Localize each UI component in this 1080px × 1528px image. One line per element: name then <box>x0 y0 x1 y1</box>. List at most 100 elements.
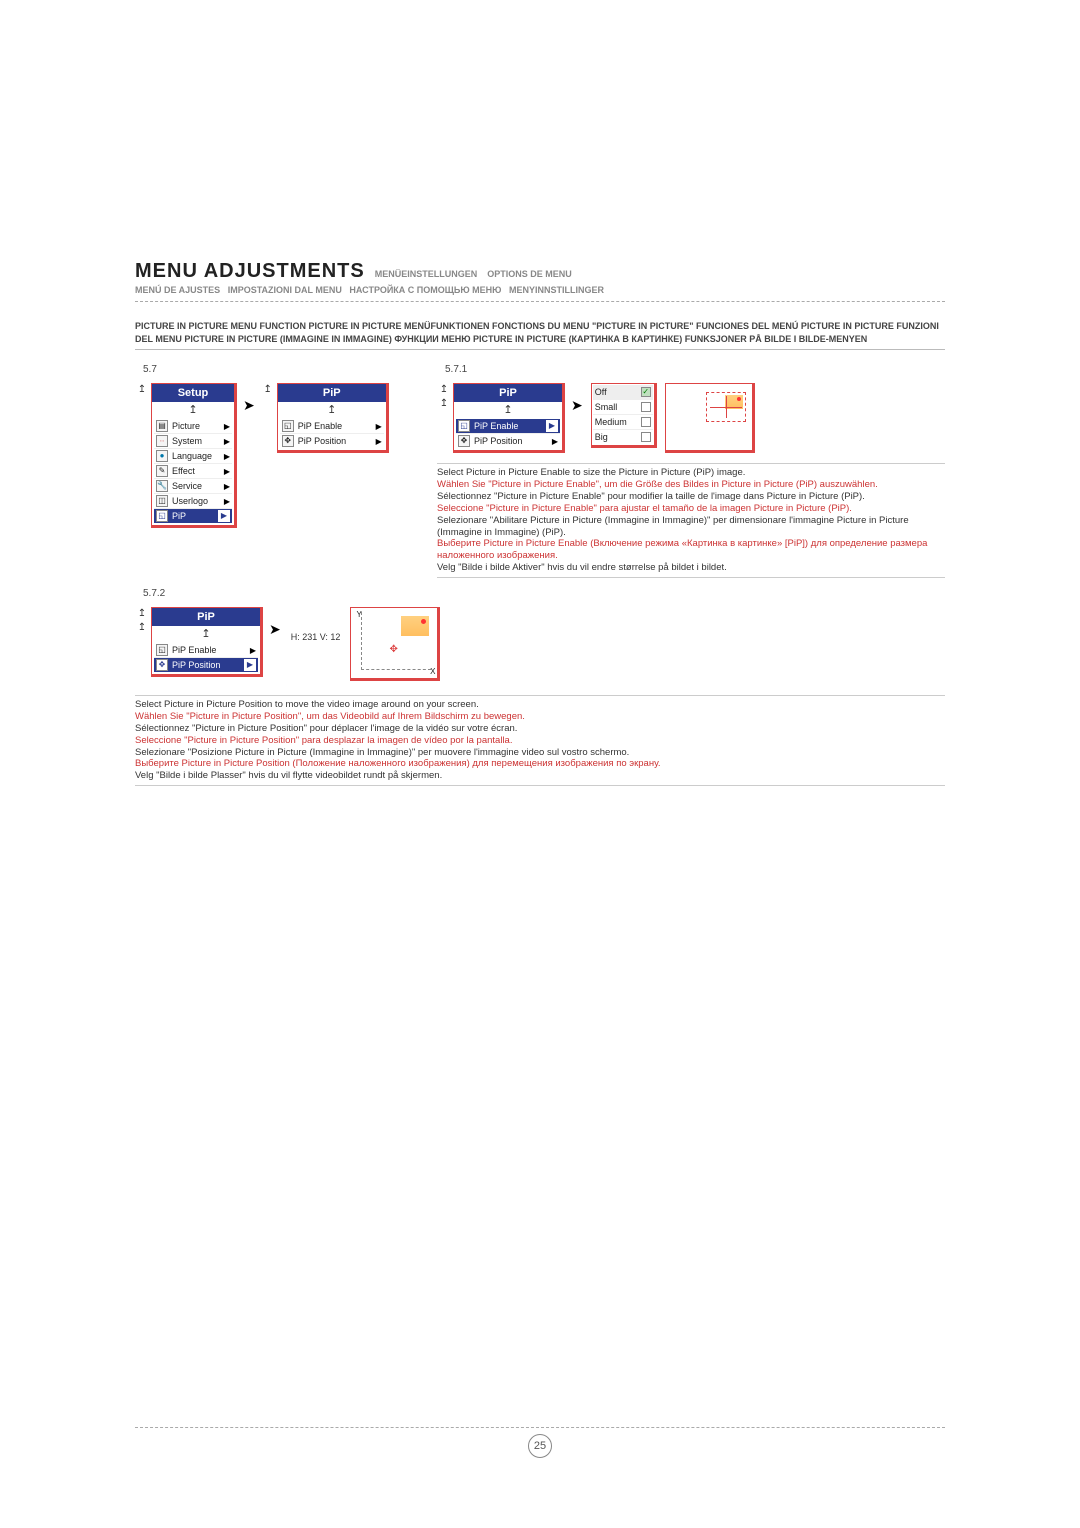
chevron-right-icon: ▶ <box>376 437 382 446</box>
checkbox-icon <box>641 402 651 412</box>
pip-item-enable[interactable]: ◱PiP Enable▶ <box>280 419 384 434</box>
position-description: Select Picture in Picture Position to mo… <box>135 695 945 786</box>
setup-item-pip[interactable]: ◱PiP▶ <box>154 509 232 523</box>
setup-item-language[interactable]: ●Language▶ <box>154 449 232 464</box>
pip-menu-crumb: ↥ <box>454 402 562 417</box>
chevron-right-icon: ▶ <box>224 422 230 431</box>
page-title-ru: НАСТРОЙКА С ПОМОЩЬЮ МЕНЮ <box>349 285 501 295</box>
target-crosshair-icon: ✥ <box>389 644 397 655</box>
desc-de: Wählen Sie "Picture in Picture Enable", … <box>437 479 945 491</box>
crumb-up-icon: ↥ <box>135 621 149 635</box>
pip-enable-options[interactable]: Off✓ Small Medium Big <box>591 383 657 448</box>
pip-menu-title: PiP <box>278 384 386 402</box>
system-icon: ∙∙ <box>156 435 168 447</box>
crumb-up-icon: ↥ <box>135 383 149 397</box>
setup-menu[interactable]: Setup ↥ ▤Picture▶ ∙∙System▶ ●Language▶ ✎… <box>151 383 237 528</box>
pip-enable-icon: ◱ <box>458 420 470 432</box>
desc-en: Select Picture in Picture Position to mo… <box>135 699 945 711</box>
pip-icon: ◱ <box>156 510 168 522</box>
pip-menu-position[interactable]: PiP ↥ ◱PiP Enable▶ ✥PiP Position▶ <box>151 607 263 677</box>
desc-it: Selezionare "Posizione Picture in Pictur… <box>135 747 945 759</box>
section-number-572: 5.7.2 <box>143 588 945 599</box>
desc-no: Velg "Bilde i bilde Plasser" hvis du vil… <box>135 770 945 782</box>
page-number: 25 <box>528 1434 552 1458</box>
setup-item-system[interactable]: ∙∙System▶ <box>154 434 232 449</box>
pip-position-preview: Y X ✥ <box>350 607 440 681</box>
pip-item-enable[interactable]: ◱PiP Enable▶ <box>154 643 258 658</box>
footer-separator <box>135 1427 945 1428</box>
pip-menu[interactable]: PiP ↥ ◱PiP Enable▶ ✥PiP Position▶ <box>277 383 389 453</box>
picture-icon: ▤ <box>156 420 168 432</box>
page: MENU ADJUSTMENTS MENÜEINSTELLUNGEN OPTIO… <box>0 0 1080 1528</box>
enable-description: Select Picture in Picture Enable to size… <box>437 463 945 578</box>
userlogo-icon: ◫ <box>156 495 168 507</box>
resize-v-icon <box>726 396 727 418</box>
desc-es: Seleccione "Picture in Picture Enable" p… <box>437 503 945 515</box>
page-title-block: MENU ADJUSTMENTS MENÜEINSTELLUNGEN OPTIO… <box>135 260 945 302</box>
chevron-right-icon: ▶ <box>376 422 382 431</box>
pip-position-icon: ✥ <box>282 435 294 447</box>
option-medium[interactable]: Medium <box>593 415 653 430</box>
section-heading: PICTURE IN PICTURE MENU FUNCTION PICTURE… <box>135 320 945 345</box>
page-title-no: MENYINNSTILLINGER <box>509 285 604 295</box>
pip-enable-icon: ◱ <box>282 420 294 432</box>
chevron-right-icon: ▶ <box>546 420 558 432</box>
setup-item-service[interactable]: 🔧Service▶ <box>154 479 232 494</box>
arrow-right-icon: ➤ <box>571 389 583 421</box>
pip-position-icon: ✥ <box>458 435 470 447</box>
crumb-up-icon: ↥ <box>437 397 451 411</box>
axis-y-label: Y <box>356 610 361 619</box>
page-title-fr: OPTIONS DE MENU <box>487 269 572 279</box>
chevron-right-icon: ▶ <box>224 452 230 461</box>
page-title: MENU ADJUSTMENTS <box>135 260 365 283</box>
pip-item-position[interactable]: ✥PiP Position▶ <box>280 434 384 448</box>
pip-item-position[interactable]: ✥PiP Position▶ <box>456 434 560 448</box>
setup-menu-title: Setup <box>152 384 234 402</box>
desc-fr: Sélectionnez "Picture in Picture Enable"… <box>437 491 945 503</box>
setup-item-picture[interactable]: ▤Picture▶ <box>154 419 232 434</box>
preview-image-icon <box>401 616 429 636</box>
desc-es: Seleccione "Picture in Picture Position"… <box>135 735 945 747</box>
position-readout: H: 231 V: 12 <box>291 607 341 667</box>
effect-icon: ✎ <box>156 465 168 477</box>
option-off[interactable]: Off✓ <box>593 385 653 400</box>
axis-vertical <box>361 612 362 670</box>
chevron-right-icon: ▶ <box>244 659 256 671</box>
chevron-right-icon: ▶ <box>218 510 230 522</box>
desc-it: Selezionare "Abilitare Picture in Pictur… <box>437 515 945 539</box>
chevron-right-icon: ▶ <box>224 497 230 506</box>
section-5-7-2: 5.7.2 ↥ ↥ PiP ↥ ◱PiP Enable▶ ✥PiP Positi… <box>135 588 945 786</box>
pip-item-enable[interactable]: ◱PiP Enable▶ <box>456 419 560 434</box>
language-icon: ● <box>156 450 168 462</box>
chevron-right-icon: ▶ <box>224 467 230 476</box>
setup-icon-strip: ↥ <box>135 383 149 397</box>
chevron-right-icon: ▶ <box>250 646 256 655</box>
section-number-57: 5.7 <box>143 364 435 375</box>
pip-icon-strip-2: ↥ ↥ <box>437 383 451 411</box>
setup-item-effect[interactable]: ✎Effect▶ <box>154 464 232 479</box>
pip-icon-strip: ↥ <box>261 383 275 397</box>
pip-size-preview <box>665 383 755 453</box>
pip-icon-strip-3: ↥ ↥ <box>135 607 149 635</box>
pip-position-icon: ✥ <box>156 659 168 671</box>
chevron-right-icon: ▶ <box>224 482 230 491</box>
checkbox-icon <box>641 417 651 427</box>
desc-fr: Sélectionnez "Picture in Picture Positio… <box>135 723 945 735</box>
pip-menu-crumb: ↥ <box>152 626 260 641</box>
arrow-right-icon: ➤ <box>269 613 281 645</box>
page-title-es: MENÚ DE AJUSTES <box>135 285 220 295</box>
pip-menu-enable[interactable]: PiP ↥ ◱PiP Enable▶ ✥PiP Position▶ <box>453 383 565 453</box>
axis-horizontal <box>361 669 431 670</box>
check-icon: ✓ <box>641 387 651 397</box>
service-icon: 🔧 <box>156 480 168 492</box>
pip-menu-title: PiP <box>454 384 562 402</box>
pip-item-position[interactable]: ✥PiP Position▶ <box>154 658 258 672</box>
desc-ru: Выберите Picture in Picture Enable (Вклю… <box>437 538 945 562</box>
page-title-de: MENÜEINSTELLUNGEN <box>375 269 478 279</box>
option-small[interactable]: Small <box>593 400 653 415</box>
setup-item-userlogo[interactable]: ◫Userlogo▶ <box>154 494 232 509</box>
desc-no: Velg "Bilde i bilde Aktiver" hvis du vil… <box>437 562 945 574</box>
option-big[interactable]: Big <box>593 430 653 444</box>
page-title-it: IMPOSTAZIONI DAL MENU <box>228 285 342 295</box>
crumb-up-icon: ↥ <box>261 383 275 397</box>
